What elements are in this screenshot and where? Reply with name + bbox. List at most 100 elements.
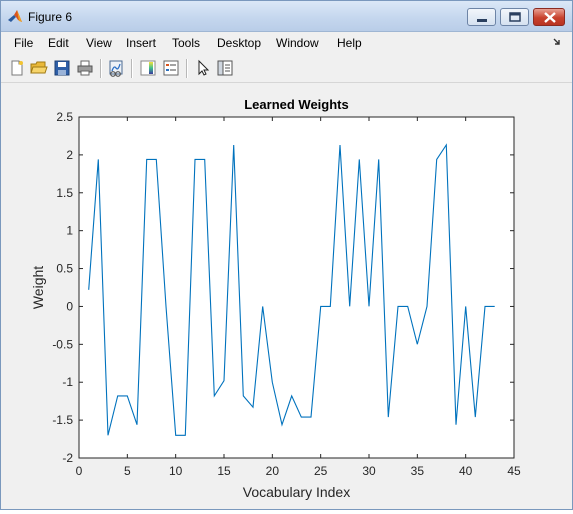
menu-insert[interactable]: Insert (126, 36, 156, 50)
data-point (203, 158, 205, 160)
new-figure-icon[interactable] (8, 59, 26, 77)
toolbar-separator (100, 59, 102, 78)
print-figure-icon[interactable] (76, 59, 94, 77)
toolbar-separator (131, 59, 133, 78)
menu-desktop[interactable]: Desktop (217, 36, 261, 50)
data-point (358, 158, 360, 160)
figure-window: Figure 6 File Edit View Insert Tools Des… (0, 0, 573, 510)
chart-title: Learned Weights (244, 97, 349, 112)
menu-window[interactable]: Window (276, 36, 319, 50)
x-tick-label: 30 (362, 464, 376, 478)
x-tick-label: 40 (459, 464, 473, 478)
menu-tools[interactable]: Tools (172, 36, 200, 50)
y-tick-label: -1.5 (52, 413, 73, 427)
data-point (145, 158, 147, 160)
line-chart: 0 5 10 15 20 25 30 35 40 45 -2 -1.5 -1 -0.5 0 0.5 1 1.5 2 2… (30, 97, 521, 500)
data-point (368, 305, 370, 307)
data-point (416, 343, 418, 345)
x-tick-label: 35 (411, 464, 425, 478)
data-point (300, 416, 302, 418)
data-point (387, 416, 389, 418)
data-point (290, 395, 292, 397)
toolbar-separator (186, 59, 188, 78)
data-point (426, 305, 428, 307)
y-tick-label: -0.5 (52, 337, 73, 351)
data-point (397, 305, 399, 307)
menu-edit[interactable]: Edit (48, 36, 69, 50)
x-tick-label: 25 (314, 464, 328, 478)
data-point (126, 395, 128, 397)
show-plot-tools-icon[interactable] (216, 59, 234, 77)
data-point (155, 158, 157, 160)
menu-view[interactable]: View (86, 36, 112, 50)
data-point (271, 381, 273, 383)
x-axis-label: Vocabulary Index (243, 484, 350, 500)
open-file-icon[interactable] (30, 59, 48, 77)
data-point (281, 423, 283, 425)
data-point (455, 423, 457, 425)
dock-arrow-icon[interactable] (553, 37, 561, 47)
data-point (464, 305, 466, 307)
menu-help[interactable]: Help (337, 36, 362, 50)
y-tick-label: 2 (66, 148, 73, 162)
menu-bar: File Edit View Insert Tools Desktop Wind… (1, 32, 572, 54)
data-point (493, 305, 495, 307)
x-tick-label: 20 (266, 464, 280, 478)
data-point (213, 395, 215, 397)
x-tick-label: 15 (217, 464, 231, 478)
data-point (319, 305, 321, 307)
data-point (87, 289, 89, 291)
title-bar[interactable]: Figure 6 (1, 1, 572, 32)
maximize-icon (509, 12, 521, 22)
figure-toolbar (1, 55, 572, 83)
data-point (310, 416, 312, 418)
data-point (348, 305, 350, 307)
data-point (435, 158, 437, 160)
y-tick-label: -2 (62, 451, 73, 465)
minimize-icon (477, 19, 487, 22)
data-point (339, 144, 341, 146)
data-point (194, 158, 196, 160)
close-icon (544, 12, 556, 23)
y-tick-label: -1 (62, 375, 73, 389)
save-figure-icon[interactable] (53, 59, 71, 77)
data-point (184, 434, 186, 436)
y-tick-label: 1.5 (56, 186, 73, 200)
data-point (242, 395, 244, 397)
data-point (232, 144, 234, 146)
data-point (329, 305, 331, 307)
data-point (116, 395, 118, 397)
minimize-button[interactable] (467, 8, 496, 26)
data-point (484, 305, 486, 307)
maximize-button[interactable] (500, 8, 529, 26)
data-point (252, 406, 254, 408)
figure-canvas[interactable]: 0 5 10 15 20 25 30 35 40 45 -2 -1.5 -1 -0.5 0 0.5 1 1.5 2 2… (1, 83, 572, 509)
y-axis-label: Weight (30, 266, 46, 309)
data-point (107, 434, 109, 436)
x-tick-label: 0 (76, 464, 83, 478)
matlab-logo-icon (8, 10, 22, 22)
data-point (136, 423, 138, 425)
x-tick-label: 5 (124, 464, 131, 478)
menu-file[interactable]: File (14, 36, 33, 50)
y-tick-label: 0 (66, 299, 73, 313)
y-tick-label: 2.5 (56, 110, 73, 124)
close-button[interactable] (533, 8, 565, 26)
data-point (165, 305, 167, 307)
data-point (223, 380, 225, 382)
insert-colorbar-icon[interactable] (139, 59, 157, 77)
y-tick-label: 0.5 (56, 262, 73, 276)
insert-legend-icon[interactable] (162, 59, 180, 77)
edit-plot-icon[interactable] (194, 59, 212, 77)
data-point (474, 416, 476, 418)
data-point (377, 158, 379, 160)
data-point (445, 144, 447, 146)
x-tick-label: 45 (507, 464, 521, 478)
link-plot-icon[interactable] (107, 59, 125, 77)
window-title: Figure 6 (28, 10, 73, 24)
data-point (261, 305, 263, 307)
data-point (97, 158, 99, 160)
y-tick-label: 1 (66, 224, 73, 238)
x-tick-label: 10 (169, 464, 183, 478)
data-point (174, 434, 176, 436)
